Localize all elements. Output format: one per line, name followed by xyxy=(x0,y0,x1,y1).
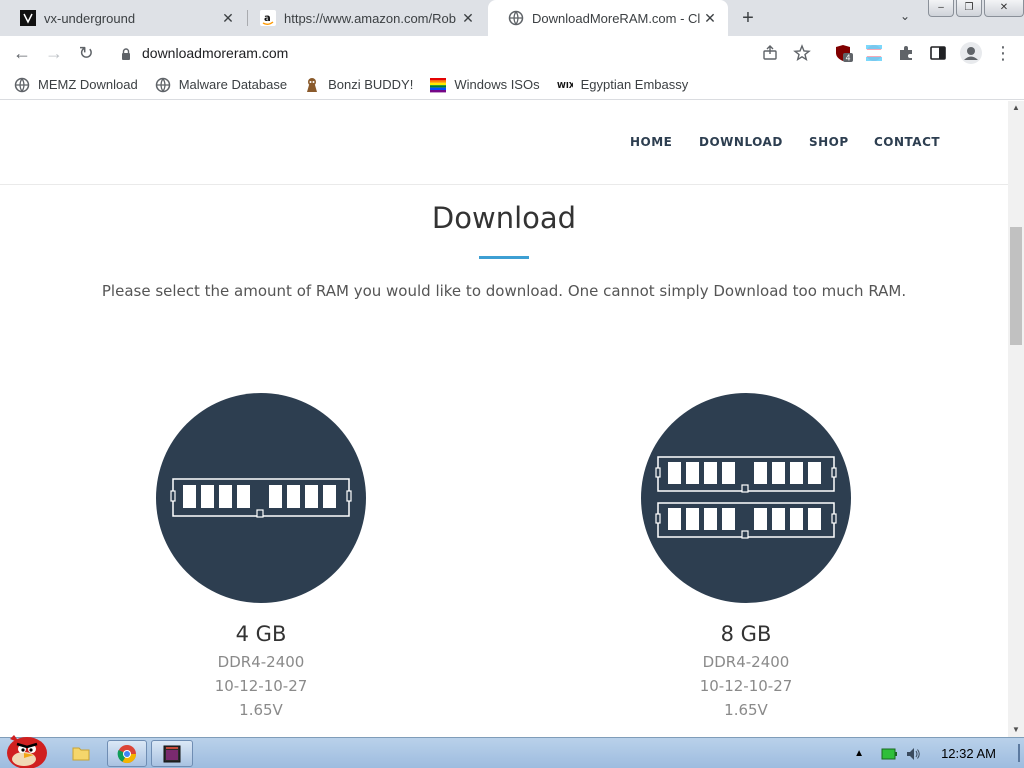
bookmark-egyptian-embassy[interactable]: WIX Egyptian Embassy xyxy=(557,77,689,93)
bookmark-label: Bonzi BUDDY! xyxy=(328,77,414,92)
window-controls: – ❐ ✕ xyxy=(928,0,1024,18)
scroll-down-arrow-icon[interactable]: ▼ xyxy=(1008,723,1024,737)
tab-search-icon[interactable]: ⌄ xyxy=(896,9,914,27)
title-underline xyxy=(479,256,529,259)
tray-expand-icon[interactable]: ▲ xyxy=(851,746,867,762)
close-icon[interactable]: ✕ xyxy=(702,10,718,26)
ublock-extension-icon[interactable]: 4 xyxy=(835,44,853,63)
bookmark-label: Windows ISOs xyxy=(454,77,540,92)
tab-amazon[interactable]: a https://www.amazon.com/Rob ✕ xyxy=(240,0,486,36)
taskbar-chrome-button[interactable] xyxy=(107,740,147,767)
close-icon[interactable]: ✕ xyxy=(220,10,236,26)
url-text: downloadmoreram.com xyxy=(142,45,289,61)
share-icon[interactable] xyxy=(761,44,779,62)
bookmark-label: Egyptian Embassy xyxy=(580,77,689,92)
ram-circle[interactable] xyxy=(641,393,851,603)
svg-text:a: a xyxy=(264,13,271,24)
close-window-button[interactable]: ✕ xyxy=(984,0,1024,17)
tab-title: DownloadMoreRAM.com - Cl xyxy=(532,10,701,26)
system-tray: ▲ 12:32 AM xyxy=(843,738,1024,768)
close-icon[interactable]: ✕ xyxy=(460,10,476,26)
product-4gb[interactable]: 4 GB DDR4-2400 10-12-10-27 1.65V xyxy=(141,393,381,722)
scroll-up-arrow-icon[interactable]: ▲ xyxy=(1008,101,1024,115)
side-panel-icon[interactable] xyxy=(929,44,947,62)
angry-bird-icon xyxy=(7,735,47,768)
nav-home-link[interactable]: HOME xyxy=(630,135,672,149)
nav-download-link[interactable]: DOWNLOAD xyxy=(699,135,783,149)
bookmark-windows-isos[interactable]: Windows ISOs xyxy=(430,77,540,93)
svg-text:4: 4 xyxy=(846,54,851,63)
nav-contact-link[interactable]: CONTACT xyxy=(874,135,940,149)
intro-text: Please select the amount of RAM you woul… xyxy=(101,282,907,300)
bookmark-bonzi-buddy[interactable]: Bonzi BUDDY! xyxy=(304,77,413,93)
browser-toolbar: ← → ↻ downloadmoreram.com 4 ⋮ xyxy=(0,36,1024,70)
back-icon[interactable]: ← xyxy=(11,42,33,64)
chrome-icon xyxy=(117,744,136,763)
bookmark-star-icon[interactable] xyxy=(793,44,811,62)
nav-shop-link[interactable]: SHOP xyxy=(809,135,849,149)
scroll-thumb[interactable] xyxy=(1010,227,1022,345)
menu-dots-icon[interactable]: ⋮ xyxy=(994,44,1012,62)
maximize-button[interactable]: ❐ xyxy=(956,0,982,17)
bookmarks-bar: MEMZ Download Malware Database Bonzi BUD… xyxy=(0,70,1024,100)
bonzi-icon xyxy=(304,77,320,93)
wix-icon: WIX xyxy=(557,77,573,93)
tab-downloadmoreram[interactable]: DownloadMoreRAM.com - Cl ✕ xyxy=(488,0,728,36)
new-tab-button[interactable]: + xyxy=(737,7,759,29)
product-timings: 10-12-10-27 xyxy=(214,677,308,695)
show-desktop-button[interactable] xyxy=(1018,744,1020,762)
explorer-folder-icon[interactable] xyxy=(72,745,90,761)
ram-circle[interactable] xyxy=(156,393,366,603)
product-name: 8 GB xyxy=(720,622,772,646)
product-type: DDR4-2400 xyxy=(702,653,790,671)
lock-icon[interactable] xyxy=(120,47,132,60)
tab-title: vx-underground xyxy=(44,10,136,26)
product-type: DDR4-2400 xyxy=(217,653,305,671)
bookmark-label: MEMZ Download xyxy=(38,77,138,92)
taskbar-app-button[interactable] xyxy=(151,740,193,767)
product-name: 4 GB xyxy=(235,622,287,646)
bookmark-malware-database[interactable]: Malware Database xyxy=(155,77,287,93)
product-timings: 10-12-10-27 xyxy=(699,677,793,695)
reload-icon[interactable]: ↻ xyxy=(75,42,97,64)
tab-title: https://www.amazon.com/Rob xyxy=(284,10,456,26)
profile-avatar-icon[interactable] xyxy=(960,42,982,64)
clock[interactable]: 12:32 AM xyxy=(941,746,996,761)
product-voltage: 1.65V xyxy=(724,701,768,719)
tab-vx-underground[interactable]: vx-underground ✕ xyxy=(0,0,246,36)
puzzle-extensions-icon[interactable] xyxy=(897,44,915,62)
globe-icon xyxy=(508,10,524,26)
battery-icon[interactable] xyxy=(881,746,898,762)
page-scrollbar[interactable]: ▲ ▼ xyxy=(1008,101,1024,737)
address-bar[interactable]: downloadmoreram.com xyxy=(106,39,828,67)
ram-stick-icon xyxy=(170,478,352,518)
product-8gb[interactable]: 8 GB DDR4-2400 10-12-10-27 1.65V xyxy=(626,393,866,722)
rainbow-flag-icon xyxy=(430,77,447,93)
globe-icon xyxy=(14,77,30,93)
vx-logo-icon xyxy=(20,10,36,26)
bookmark-memz-download[interactable]: MEMZ Download xyxy=(14,77,138,93)
page-title: Download xyxy=(431,201,577,235)
amazon-icon: a xyxy=(260,10,276,26)
minimize-button[interactable]: – xyxy=(928,0,954,17)
volume-icon[interactable] xyxy=(905,746,921,762)
flag-extension-icon[interactable] xyxy=(865,44,883,62)
ram-stick-icon xyxy=(655,456,837,539)
taskbar: ▲ 12:32 AM xyxy=(0,735,1024,768)
app-window-icon xyxy=(163,745,181,762)
forward-icon[interactable]: → xyxy=(43,42,65,64)
product-voltage: 1.65V xyxy=(239,701,283,719)
page-viewport: HOME DOWNLOAD SHOP CONTACT Download Plea… xyxy=(0,101,1008,737)
svg-text:WIX: WIX xyxy=(557,81,573,90)
tab-strip: vx-underground ✕ a https://www.amazon.co… xyxy=(0,0,1024,36)
start-button[interactable] xyxy=(0,729,52,768)
bookmark-label: Malware Database xyxy=(178,77,288,92)
globe-icon xyxy=(155,77,171,93)
site-navigation: HOME DOWNLOAD SHOP CONTACT xyxy=(0,101,1008,185)
